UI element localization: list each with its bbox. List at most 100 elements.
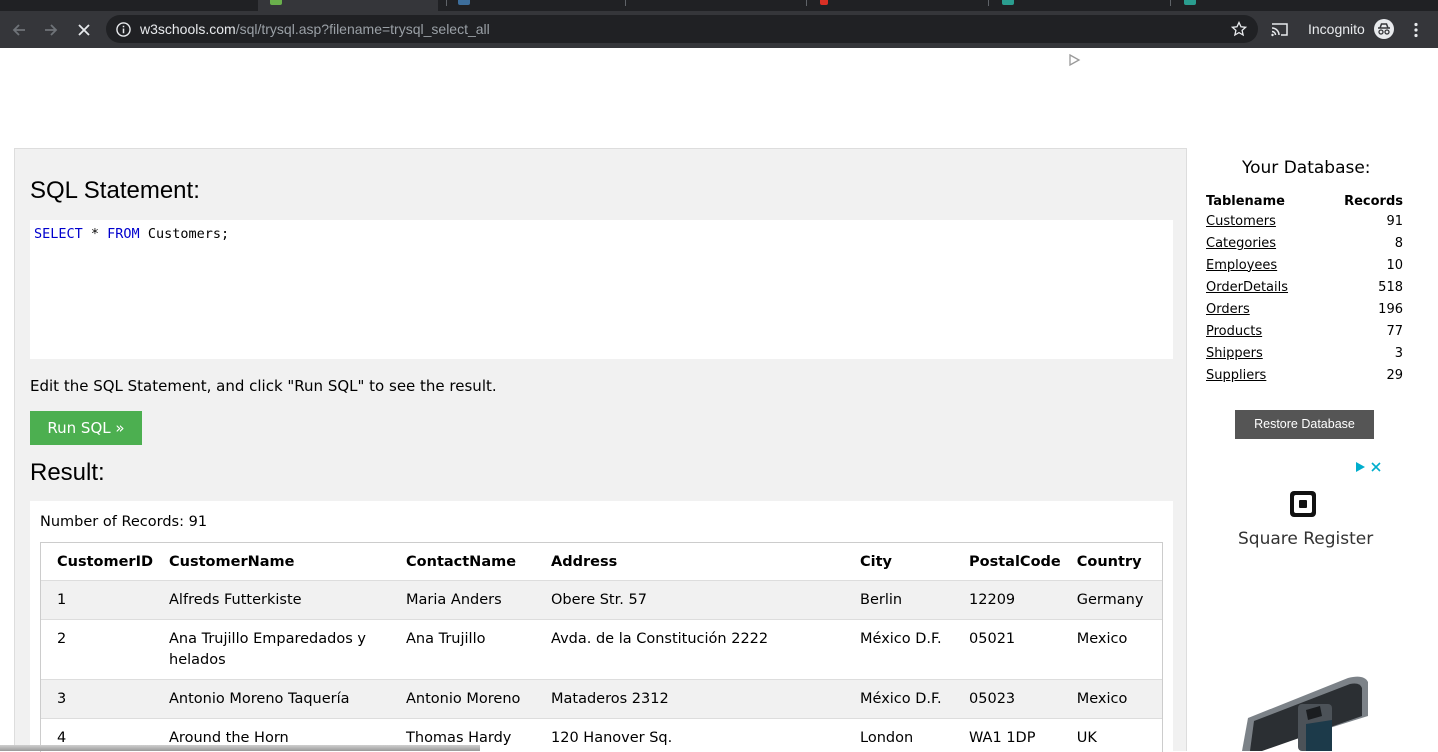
record-count: Number of Records: 91 [40,514,207,530]
address-bar[interactable]: w3schools.com/sql/trysql.asp?filename=tr… [106,15,1258,43]
database-header-row: Tablename Records [1206,193,1403,210]
info-icon[interactable] [116,22,131,37]
table-link-employees[interactable]: Employees [1206,258,1277,273]
database-title: Your Database: [1242,158,1371,178]
record-count-value: 10 [1321,254,1403,276]
cell: London [844,719,953,752]
ad-close-icon[interactable] [1370,461,1382,473]
instruction-text: Edit the SQL Statement, and click "Run S… [30,377,497,395]
cell: Germany [1061,581,1162,620]
sql-code[interactable]: SELECT * FROM Customers; [34,226,229,242]
square-logo-icon[interactable] [1290,491,1316,517]
cell: Ana Trujillo Emparedados y helados [153,620,390,680]
record-count-value: 91 [1321,210,1403,232]
cell: Maria Anders [390,581,535,620]
table-link-orders[interactable]: Orders [1206,302,1250,317]
run-sql-button[interactable]: Run SQL » [30,411,142,445]
cell: 05023 [953,680,1061,719]
sql-keyword-select: SELECT [34,226,83,242]
cell: 05021 [953,620,1061,680]
cell: Obere Str. 57 [535,581,844,620]
ad-choices-icon[interactable] [1354,461,1366,473]
tab-separator [806,0,807,6]
cell: Berlin [844,581,953,620]
forward-button[interactable] [37,11,65,48]
database-row: Orders 196 [1206,298,1403,320]
cell: 12209 [953,581,1061,620]
column-header: CustomerID [41,543,153,581]
sql-star: * [83,226,107,242]
tab-separator [1170,0,1171,6]
ad-product-name[interactable]: Square Register [1238,529,1373,549]
url-host: w3schools.com [140,21,236,37]
cell: 120 Hanover Sq. [535,719,844,752]
table-header-row: CustomerID CustomerName ContactName Addr… [41,543,1162,581]
result-heading: Result: [30,459,105,487]
tab-favicon[interactable] [1002,0,1014,5]
tab-favicon[interactable] [820,0,828,5]
record-count-value: 29 [1321,364,1403,386]
back-arrow-icon [11,22,27,38]
database-row: Shippers 3 [1206,342,1403,364]
sql-statement-heading: SQL Statement: [30,177,200,205]
url-path: /sql/trysql.asp?filename=trysql_select_a… [236,21,490,37]
cell: WA1 1DP [953,719,1061,752]
star-icon[interactable] [1231,21,1247,37]
cast-icon[interactable] [1271,22,1288,37]
column-header: CustomerName [153,543,390,581]
table-row: 1 Alfreds Futterkiste Maria Anders Obere… [41,581,1162,620]
table-link-orderdetails[interactable]: OrderDetails [1206,280,1288,295]
window-bottom-edge [0,745,480,751]
sql-table-name: Customers; [140,226,229,242]
cell: 1 [41,581,153,620]
database-row: OrderDetails518 [1206,276,1403,298]
table-row: 3 Antonio Moreno Taquería Antonio Moreno… [41,680,1162,719]
column-header: ContactName [390,543,535,581]
register-device-image[interactable] [1236,676,1376,751]
incognito-icon[interactable] [1374,19,1394,39]
tab-strip [0,0,1438,11]
tab-favicon [270,0,282,5]
record-count-value: 3 [1321,342,1403,364]
kebab-menu-icon[interactable] [1412,22,1420,38]
table-link-suppliers[interactable]: Suppliers [1206,368,1266,383]
table-link-shippers[interactable]: Shippers [1206,346,1263,361]
cell: 2 [41,620,153,680]
back-button[interactable] [5,11,33,48]
ad-controls [1354,461,1384,475]
tab-separator [625,0,626,6]
database-row: Customers 91 [1206,210,1403,232]
cell: Mataderos 2312 [535,680,844,719]
active-tab[interactable] [258,0,438,11]
database-row: Products 77 [1206,320,1403,342]
tab-favicon[interactable] [1184,0,1196,5]
tab-separator [988,0,989,6]
record-count-value: 77 [1321,320,1403,342]
ad-choices-icon[interactable] [1067,53,1081,67]
table-link-customers[interactable]: Customers [1206,214,1276,229]
result-table-wrapper: CustomerID CustomerName ContactName Addr… [40,542,1163,752]
cell: México D.F. [844,680,953,719]
result-table: CustomerID CustomerName ContactName Addr… [41,543,1162,752]
database-row: Suppliers 29 [1206,364,1403,386]
table-link-products[interactable]: Products [1206,324,1262,339]
sql-editor[interactable]: SELECT * FROM Customers; [30,220,1173,359]
database-table: Tablename Records Customers 91 Categories… [1206,193,1403,386]
records-header: Records [1321,193,1403,210]
tab-separator [446,0,447,6]
stop-button[interactable] [70,11,98,48]
cell: Antonio Moreno Taquería [153,680,390,719]
column-header: Country [1061,543,1162,581]
tab-favicon[interactable] [458,0,470,5]
cell: 3 [41,680,153,719]
cell: México D.F. [844,620,953,680]
cell: Mexico [1061,680,1162,719]
tablename-header: Tablename [1206,193,1321,210]
restore-database-button[interactable]: Restore Database [1235,410,1374,439]
table-link-categories[interactable]: Categories [1206,236,1276,251]
record-count-value: 196 [1321,298,1403,320]
url-text[interactable]: w3schools.com/sql/trysql.asp?filename=tr… [140,15,490,43]
cell: Alfreds Futterkiste [153,581,390,620]
sql-keyword-from: FROM [107,226,140,242]
stop-loading-icon [77,23,91,37]
